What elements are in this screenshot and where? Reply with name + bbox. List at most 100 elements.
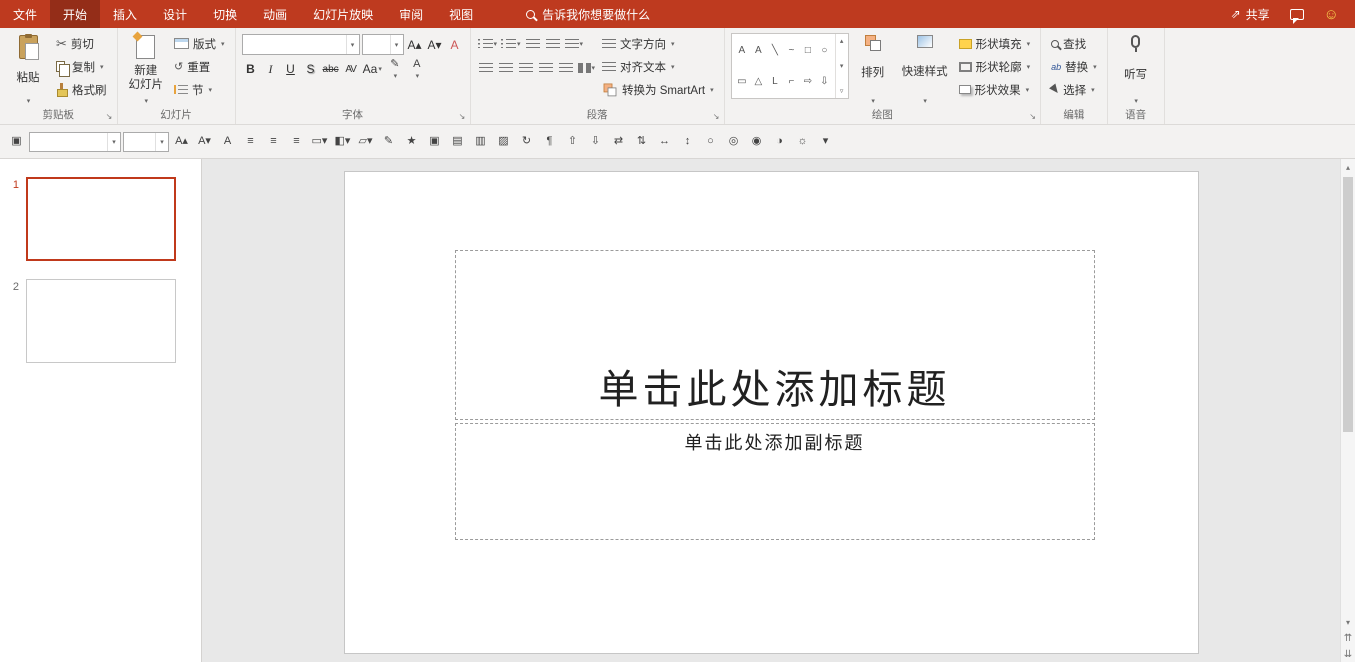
picture-style-icon[interactable]: ▤ bbox=[447, 130, 468, 153]
bullets-button[interactable] bbox=[477, 34, 499, 54]
find-button[interactable]: 查找 bbox=[1047, 33, 1101, 54]
section-button[interactable]: 节 bbox=[170, 79, 229, 100]
new-slide-button[interactable]: 新建 幻灯片 bbox=[124, 31, 169, 107]
shrink-font-button[interactable]: A▾ bbox=[426, 35, 444, 55]
ellipse-icon[interactable]: ○ bbox=[700, 130, 721, 153]
shape-outline-button[interactable]: 形状轮廓 bbox=[955, 56, 1035, 77]
comment-icon[interactable] bbox=[1290, 9, 1304, 20]
clipboard-dialog-launcher[interactable] bbox=[104, 111, 115, 122]
font-name-combo[interactable] bbox=[242, 34, 360, 55]
textbox-icon[interactable]: ▭▾ bbox=[309, 130, 330, 153]
shape-cell-icon[interactable]: ⇨ bbox=[800, 76, 815, 87]
decrease-indent-button[interactable] bbox=[524, 34, 542, 54]
format-painter-button[interactable]: 格式刷 bbox=[52, 79, 111, 100]
align-center-icon[interactable]: ≡ bbox=[263, 130, 284, 153]
strikethrough-button[interactable]: abc bbox=[322, 59, 340, 79]
brightness-icon[interactable]: ☼ bbox=[792, 130, 813, 153]
scrollbar-track[interactable] bbox=[1341, 175, 1355, 614]
scroll-down-icon[interactable] bbox=[1341, 614, 1355, 630]
shape-cell-icon[interactable]: A bbox=[751, 45, 766, 56]
slide-editing-surface[interactable]: 单击此处添加标题 单击此处添加副标题 bbox=[344, 171, 1199, 654]
toolbar-font-name-dropdown-icon[interactable] bbox=[107, 133, 120, 151]
slide-placeholder-icon[interactable]: ▣ bbox=[6, 130, 27, 153]
slide-thumbnail-image[interactable] bbox=[26, 279, 176, 363]
paragraph-dialog-launcher[interactable] bbox=[711, 111, 722, 122]
gallery-scroll-icon[interactable]: ▿ bbox=[840, 87, 844, 95]
align-left-button[interactable] bbox=[477, 58, 495, 78]
gallery-scroll-icon[interactable]: ▾ bbox=[840, 62, 844, 70]
share-button[interactable]: ⇗ 共享 bbox=[1231, 6, 1270, 23]
tab-review[interactable]: 审阅 bbox=[386, 0, 436, 28]
text-direction-button[interactable]: 文字方向 bbox=[598, 33, 718, 54]
scrollbar-thumb[interactable] bbox=[1343, 177, 1353, 432]
shape-cell-icon[interactable]: ╲ bbox=[767, 45, 782, 56]
copy-button[interactable]: 复制 bbox=[52, 56, 111, 77]
tab-transitions[interactable]: 切换 bbox=[200, 0, 250, 28]
title-placeholder[interactable]: 单击此处添加标题 bbox=[455, 250, 1095, 420]
distribute-button[interactable] bbox=[557, 58, 575, 78]
font-name-dropdown-icon[interactable] bbox=[346, 35, 359, 54]
tab-view[interactable]: 视图 bbox=[436, 0, 486, 28]
distribute-vertical-icon[interactable]: ⇅ bbox=[631, 130, 652, 153]
shape-cell-icon[interactable]: ○ bbox=[817, 45, 832, 56]
grow-font-button[interactable]: A▴ bbox=[406, 35, 424, 55]
shape-cell-icon[interactable]: ▭ bbox=[734, 76, 749, 87]
feedback-smiley-icon[interactable]: ☺ bbox=[1324, 7, 1339, 22]
align-justify-icon[interactable]: ≡ bbox=[286, 130, 307, 153]
clear-formatting-button[interactable]: A bbox=[446, 35, 464, 55]
font-size-combo[interactable] bbox=[362, 34, 404, 55]
align-right-button[interactable] bbox=[517, 58, 535, 78]
shape-cell-icon[interactable]: ~ bbox=[784, 45, 799, 56]
font-color-button[interactable]: A bbox=[407, 59, 427, 79]
underline-button[interactable]: U bbox=[282, 59, 300, 79]
toolbar-font-name-combo[interactable] bbox=[29, 132, 121, 152]
insert-picture-icon[interactable]: ▣ bbox=[424, 130, 445, 153]
bold-button[interactable]: B bbox=[242, 59, 260, 79]
previous-slide-button[interactable] bbox=[1341, 630, 1355, 646]
shape-gallery[interactable]: AA╲~□○ ▭△L⌐⇨⇩ ▴▾▿ bbox=[731, 33, 849, 99]
slide-thumbnail-image[interactable] bbox=[26, 177, 176, 261]
font-size-dropdown-icon[interactable] bbox=[390, 35, 403, 54]
tab-insert[interactable]: 插入 bbox=[100, 0, 150, 28]
distribute-horizontal-icon[interactable]: ⇄ bbox=[608, 130, 629, 153]
grow-font-icon[interactable]: A▴ bbox=[171, 130, 192, 153]
highlight-color-button[interactable]: ✎ bbox=[385, 59, 405, 79]
tab-slideshow[interactable]: 幻灯片放映 bbox=[300, 0, 386, 28]
shape-cell-icon[interactable]: ⌐ bbox=[784, 76, 799, 87]
shape-effects-button[interactable]: 形状效果 bbox=[955, 79, 1035, 100]
tab-file[interactable]: 文件 bbox=[0, 0, 50, 28]
italic-button[interactable]: I bbox=[262, 59, 280, 79]
shape-cell-icon[interactable]: □ bbox=[800, 45, 815, 56]
effects-star-icon[interactable]: ★ bbox=[401, 130, 422, 153]
font-dialog-launcher[interactable] bbox=[457, 111, 468, 122]
target-icon[interactable]: ◉ bbox=[746, 130, 767, 153]
format-painter-icon[interactable]: ✎ bbox=[378, 130, 399, 153]
move-up-icon[interactable]: ⇧ bbox=[562, 130, 583, 153]
replace-button[interactable]: 替换 bbox=[1047, 56, 1101, 77]
layout-button[interactable]: 版式 bbox=[170, 33, 229, 54]
shape-fill-button[interactable]: 形状填充 bbox=[955, 33, 1035, 54]
convert-smartart-button[interactable]: 转换为 SmartArt bbox=[598, 79, 718, 100]
line-spacing-button[interactable] bbox=[564, 34, 585, 54]
character-spacing-button[interactable]: AV bbox=[342, 59, 360, 79]
slide-thumbnail-1[interactable]: 1 bbox=[0, 177, 201, 261]
quick-styles-button[interactable]: 快速样式 bbox=[897, 31, 953, 107]
shape-outline-icon[interactable]: ▱▾ bbox=[355, 130, 376, 153]
shape-cell-icon[interactable]: L bbox=[767, 76, 782, 87]
align-text-button[interactable]: 对齐文本 bbox=[598, 56, 718, 77]
columns-button[interactable] bbox=[577, 58, 597, 78]
more-options-icon[interactable]: ▾ bbox=[815, 130, 836, 153]
tab-design[interactable]: 设计 bbox=[150, 0, 200, 28]
text-shadow-button[interactable]: S bbox=[302, 59, 320, 79]
change-case-button[interactable]: Aa bbox=[362, 59, 383, 79]
contrast-icon[interactable]: ◑ bbox=[769, 130, 790, 153]
justify-button[interactable] bbox=[537, 58, 555, 78]
arrange-button[interactable]: 排列 bbox=[851, 31, 895, 107]
shape-gallery-scrollbar[interactable]: ▴▾▿ bbox=[835, 34, 848, 98]
picture-border-icon[interactable]: ▥ bbox=[470, 130, 491, 153]
select-button[interactable]: 选择 bbox=[1047, 79, 1101, 100]
height-icon[interactable]: ↕ bbox=[677, 130, 698, 153]
align-center-button[interactable] bbox=[497, 58, 515, 78]
scroll-up-icon[interactable] bbox=[1341, 159, 1355, 175]
paragraph-marks-icon[interactable]: ¶ bbox=[539, 130, 560, 153]
